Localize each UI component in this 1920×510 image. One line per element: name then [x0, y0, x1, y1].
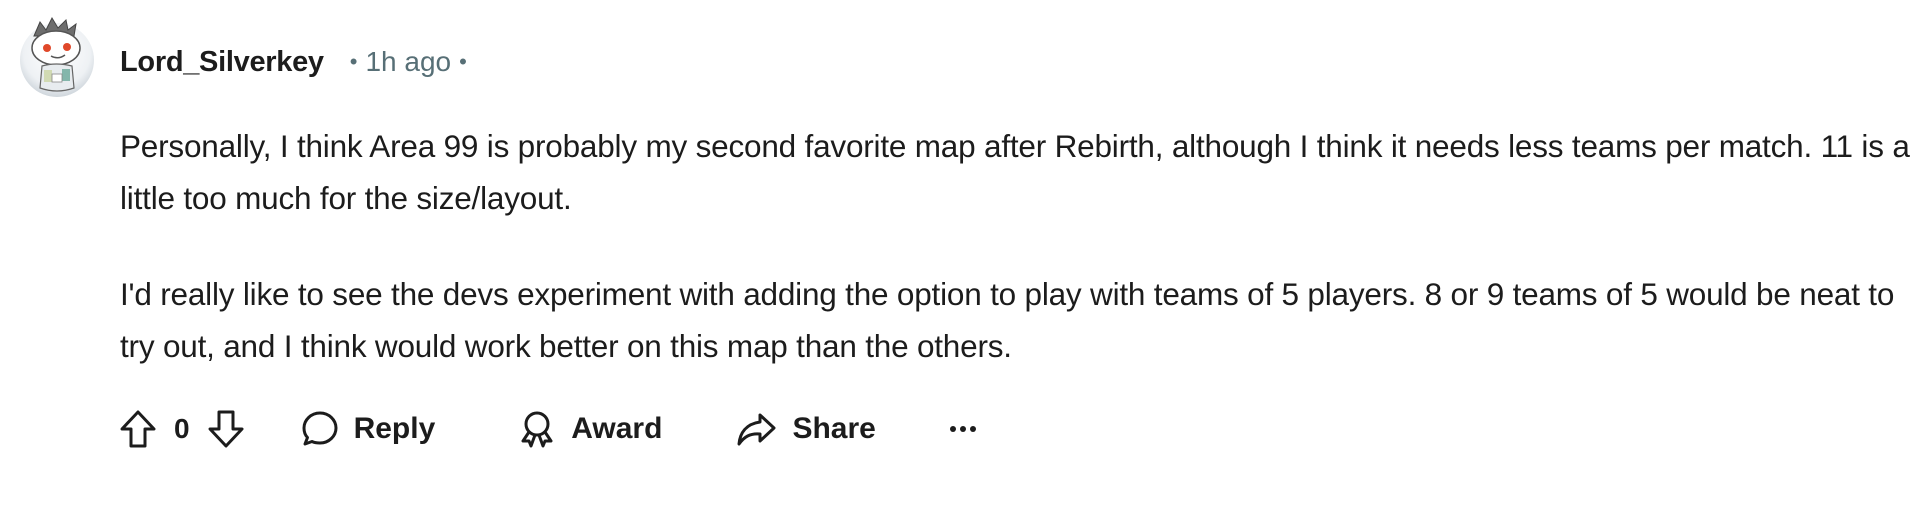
timestamp[interactable]: 1h ago — [365, 46, 451, 78]
share-label: Share — [792, 412, 876, 445]
share-arrow-icon — [737, 413, 776, 446]
author-username[interactable]: Lord_Silverkey — [120, 46, 324, 79]
award-button[interactable]: Award — [517, 409, 662, 449]
more-options-button[interactable] — [948, 424, 978, 434]
comment: Lord_Silverkey • 1h ago • Personally, I … — [0, 0, 1920, 510]
snoo-avatar-icon — [20, 16, 94, 97]
reply-button[interactable]: Reply — [300, 409, 436, 449]
overflow-menu-icon — [949, 426, 976, 432]
award-ribbon-icon — [521, 411, 553, 448]
reply-label: Reply — [353, 412, 436, 445]
comment-paragraph: I'd really like to see the devs experime… — [120, 276, 1895, 364]
vote-count: 0 — [174, 413, 190, 444]
comment-paragraph: Personally, I think Area 99 is probably … — [120, 128, 1910, 216]
separator-dot: • — [459, 49, 467, 74]
comment-action-bar: 0 Reply Award Share — [118, 402, 978, 456]
vote-group: 0 — [118, 408, 246, 450]
award-label: Award — [571, 412, 663, 445]
downvote-arrow-icon — [208, 410, 244, 448]
avatar[interactable] — [18, 14, 96, 98]
speech-bubble-icon — [302, 411, 338, 446]
comment-header: Lord_Silverkey • 1h ago • — [120, 42, 475, 82]
upvote-arrow-icon — [120, 410, 156, 448]
share-button[interactable]: Share — [734, 409, 876, 449]
separator-dot: • — [349, 49, 358, 74]
comment-body: Personally, I think Area 99 is probably … — [120, 120, 1910, 416]
comment-meta: • 1h ago • — [342, 46, 475, 78]
upvote-button[interactable] — [118, 408, 158, 450]
downvote-button[interactable] — [206, 408, 246, 450]
